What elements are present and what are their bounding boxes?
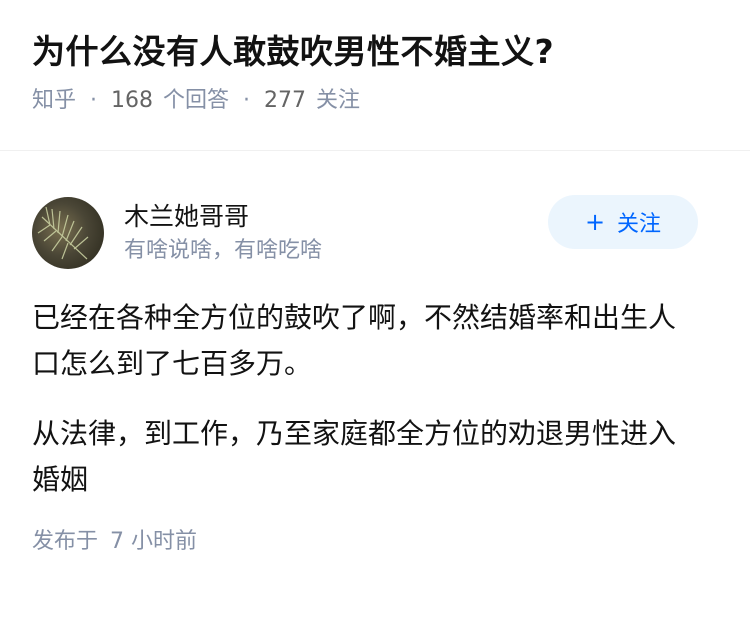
author-info: 木兰她哥哥 有啥说啥，有啥吃啥 (124, 200, 322, 266)
post-time: 发布于 7 小时前 (32, 527, 718, 557)
divider (0, 150, 750, 151)
answer-paragraph: 已经在各种全方位的鼓吹了啊，不然结婚率和出生人口怎么到了七百多万。 (32, 301, 677, 380)
answer-paragraph: 从法律，到工作，乃至家庭都全方位的劝退男性进入婚姻 (32, 417, 677, 496)
followers-count: 277 (264, 88, 307, 113)
pine-branch-icon (37, 206, 89, 260)
follow-label: 关注 (617, 212, 662, 237)
question-meta: 知乎 · 168 个回答 · 277 关注 (32, 86, 718, 116)
separator-dot: · (243, 88, 251, 113)
avatar[interactable] (32, 197, 104, 269)
separator-dot: · (90, 88, 98, 113)
answers-count: 168 (111, 88, 154, 113)
author-row: 木兰她哥哥 有啥说啥，有啥吃啥 + 关注 (32, 183, 718, 283)
follow-button[interactable]: + 关注 (548, 195, 698, 249)
posted-prefix: 发布于 (32, 529, 99, 554)
plus-icon: + (584, 208, 606, 236)
author-name[interactable]: 木兰她哥哥 (124, 200, 322, 234)
answers-label[interactable]: 个回答 (163, 86, 229, 116)
followers-label[interactable]: 关注 (316, 86, 360, 116)
question-header: 为什么没有人敢鼓吹男性不婚主义? 知乎 · 168 个回答 · 277 关注 (0, 0, 750, 120)
posted-time: 7 小时前 (110, 529, 198, 554)
author-bio: 有啥说啥，有啥吃啥 (124, 238, 323, 263)
source-label[interactable]: 知乎 (32, 86, 76, 116)
answer-card: 木兰她哥哥 有啥说啥，有啥吃啥 + 关注 已经在各种全方位的鼓吹了啊，不然结婚率… (0, 183, 750, 557)
question-title[interactable]: 为什么没有人敢鼓吹男性不婚主义? (32, 30, 718, 74)
answer-content: 已经在各种全方位的鼓吹了啊，不然结婚率和出生人口怎么到了七百多万。 从法律，到工… (32, 295, 702, 503)
